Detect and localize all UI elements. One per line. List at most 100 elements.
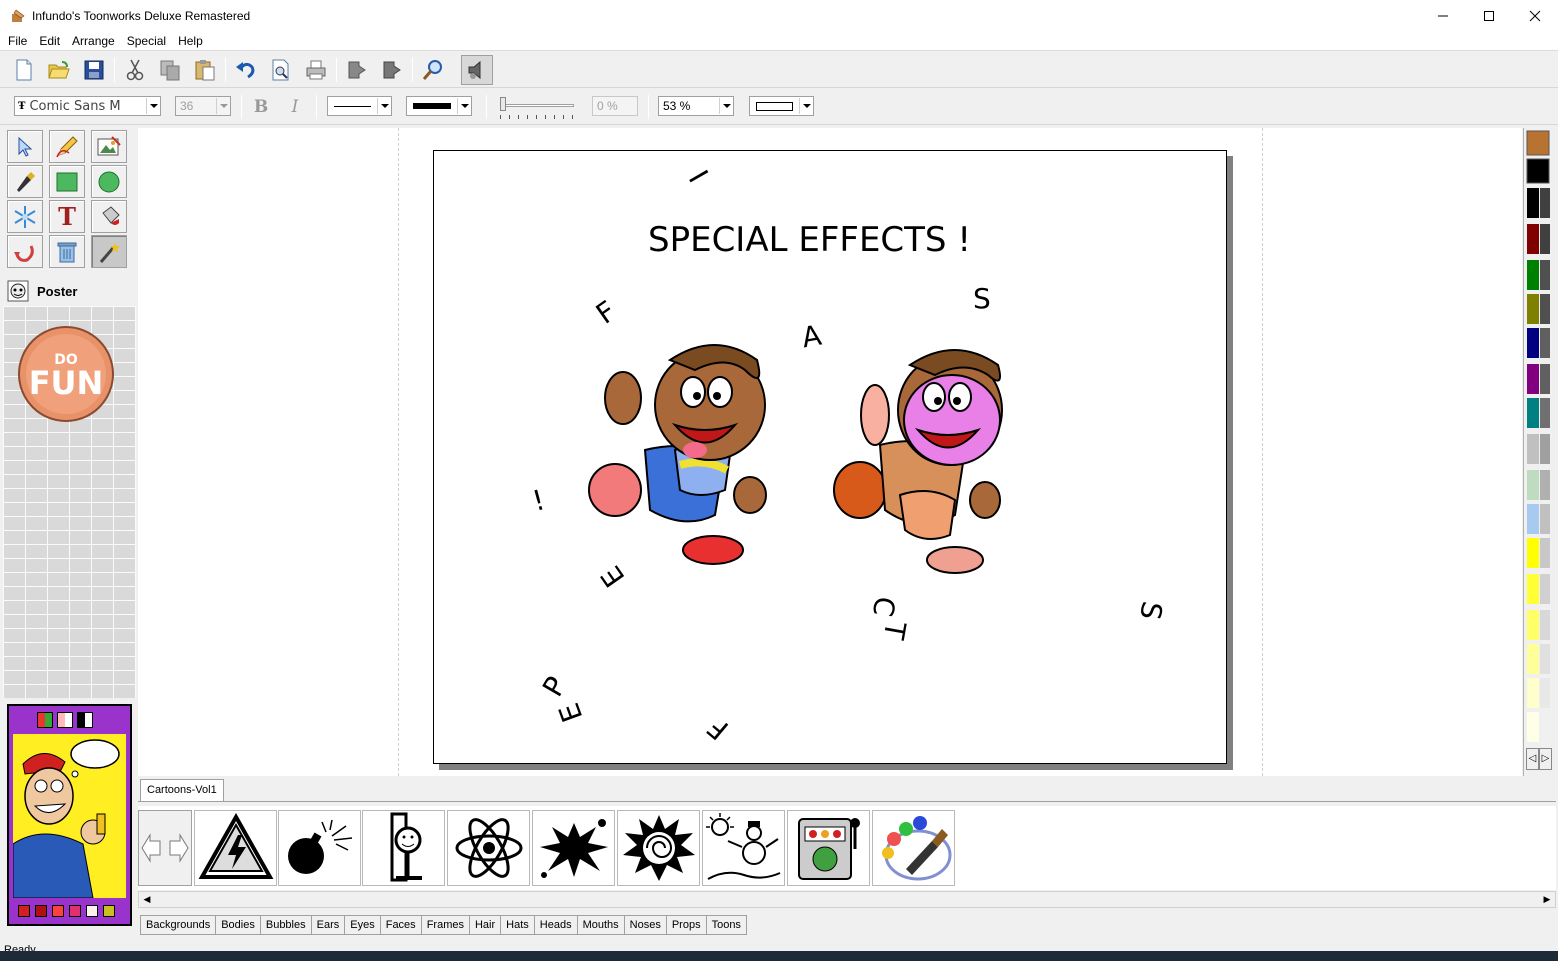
menu-help[interactable]: Help: [172, 31, 209, 51]
chevron-right-icon[interactable]: ▷: [1539, 748, 1552, 770]
paste-clipboard-icon[interactable]: [192, 57, 218, 83]
pen-tool[interactable]: [7, 165, 43, 198]
tab-eyes[interactable]: Eyes: [344, 915, 381, 935]
clipart-thumb-bomb[interactable]: [278, 810, 361, 886]
tab-mouths[interactable]: Mouths: [576, 915, 625, 935]
tab-hair[interactable]: Hair: [468, 915, 502, 935]
fill-tool[interactable]: [91, 200, 127, 233]
strip-scrollbar[interactable]: ◀ ▶: [138, 891, 1556, 908]
clipart-thumb-starburst[interactable]: [617, 810, 700, 886]
fill-style-select[interactable]: [749, 96, 814, 116]
bold-button[interactable]: B: [248, 94, 274, 120]
rotate-arrow-icon: [14, 244, 34, 262]
toolbar-separator: [336, 58, 337, 82]
palette-scroll[interactable]: ◁ ▷: [1526, 748, 1552, 770]
clipart-thumb-slot[interactable]: [787, 810, 870, 886]
zoom-magnifier-icon[interactable]: [420, 57, 446, 83]
bring-forward-icon[interactable]: [344, 57, 370, 83]
pencil-tool[interactable]: [49, 130, 85, 163]
os-taskbar: [0, 951, 1558, 961]
stick-figure-frame-icon: [390, 812, 422, 882]
toon-preview-card: [7, 704, 132, 926]
picture-icon: [97, 135, 121, 155]
color-chip[interactable]: [69, 905, 81, 917]
library-tab[interactable]: Cartoons-Vol1: [140, 779, 224, 801]
italic-button[interactable]: I: [282, 94, 308, 120]
magic-wand-icon: [99, 241, 120, 263]
mode-label: Poster: [37, 283, 78, 299]
tab-heads[interactable]: Heads: [533, 915, 578, 935]
copy-icon[interactable]: [157, 57, 183, 83]
sound-speaker-icon[interactable]: [461, 55, 493, 85]
save-disk-icon[interactable]: [81, 57, 107, 83]
cartoon-kid-brown-icon[interactable]: [585, 330, 795, 575]
palette-swatches[interactable]: [1524, 128, 1554, 776]
ellipse-icon: [98, 171, 120, 192]
tab-ears[interactable]: Ears: [310, 915, 346, 935]
cartoon-kid-purple-icon[interactable]: [830, 335, 1020, 580]
clipart-thumb-figure[interactable]: [362, 810, 445, 886]
tab-bubbles[interactable]: Bubbles: [259, 915, 312, 935]
rectangle-tool[interactable]: [49, 165, 85, 198]
close-button[interactable]: [1512, 0, 1558, 31]
slider-track: [500, 104, 574, 107]
menu-arrange[interactable]: Arrange: [66, 31, 121, 51]
menu-special[interactable]: Special: [121, 31, 172, 51]
color-chip[interactable]: [52, 905, 64, 917]
app-icon: [10, 8, 26, 24]
headline-text[interactable]: SPECIAL EFFECTS !: [648, 220, 971, 260]
color-chip[interactable]: [103, 905, 115, 917]
clipart-thumb-atom[interactable]: [447, 810, 530, 886]
color-chip[interactable]: [86, 905, 98, 917]
clipart-thumb-snowman[interactable]: [702, 810, 785, 886]
transparency-field[interactable]: 0 %: [592, 96, 638, 116]
select-arrow-tool[interactable]: [7, 130, 43, 163]
ellipse-tool[interactable]: [91, 165, 127, 198]
font-type-icon: Ŧ: [18, 100, 26, 112]
cut-scissors-icon[interactable]: [122, 57, 148, 83]
text-tool[interactable]: T: [49, 200, 85, 233]
scattered-letter[interactable]: S: [973, 282, 991, 315]
magic-wand-tool[interactable]: [91, 235, 127, 268]
image-tool[interactable]: [91, 130, 127, 163]
poster-face-icon: [7, 280, 29, 302]
clipart-thumb-paint[interactable]: [872, 810, 955, 886]
tab-noses[interactable]: Noses: [623, 915, 667, 935]
menu-file[interactable]: File: [2, 31, 33, 51]
minimize-button[interactable]: [1420, 0, 1466, 31]
clipart-thumb-splat[interactable]: [532, 810, 615, 886]
page-guide-right: [1262, 128, 1263, 776]
transparency-slider[interactable]: [498, 95, 578, 121]
send-backward-icon[interactable]: [379, 57, 405, 83]
tab-toons[interactable]: Toons: [705, 915, 747, 935]
menu-edit[interactable]: Edit: [33, 31, 66, 51]
tab-hats[interactable]: Hats: [500, 915, 535, 935]
library-tabbar: Cartoons-Vol1: [138, 778, 1556, 802]
open-folder-icon[interactable]: [46, 57, 72, 83]
delete-tool[interactable]: [49, 235, 85, 268]
undo-arrow-icon[interactable]: [233, 57, 259, 83]
rotate-tool[interactable]: [7, 235, 43, 268]
color-chip[interactable]: [35, 905, 47, 917]
tab-frames[interactable]: Frames: [420, 915, 470, 935]
maximize-button[interactable]: [1466, 0, 1512, 31]
clipart-thumb-warning[interactable]: [194, 810, 277, 886]
font-family-select[interactable]: Ŧ Comic Sans M: [14, 96, 161, 116]
slider-thumb[interactable]: [500, 97, 506, 111]
scroll-right-icon[interactable]: ▶: [1539, 892, 1555, 907]
font-size-select[interactable]: 36: [175, 96, 231, 116]
tab-faces[interactable]: Faces: [379, 915, 422, 935]
tab-backgrounds[interactable]: Backgrounds: [140, 915, 217, 935]
color-chip[interactable]: [18, 905, 30, 917]
printer-icon[interactable]: [303, 57, 329, 83]
chevron-left-icon[interactable]: ◁: [1526, 748, 1539, 770]
new-file-icon[interactable]: [11, 57, 37, 83]
tab-props[interactable]: Props: [665, 915, 707, 935]
tab-bodies[interactable]: Bodies: [215, 915, 261, 935]
line-style-select[interactable]: [327, 96, 392, 116]
scroll-left-icon[interactable]: ◀: [139, 892, 155, 907]
effects-tool[interactable]: [7, 200, 43, 233]
line-width-select[interactable]: [406, 96, 472, 116]
print-preview-icon[interactable]: [268, 57, 294, 83]
zoom-select[interactable]: 53 %: [658, 96, 734, 116]
